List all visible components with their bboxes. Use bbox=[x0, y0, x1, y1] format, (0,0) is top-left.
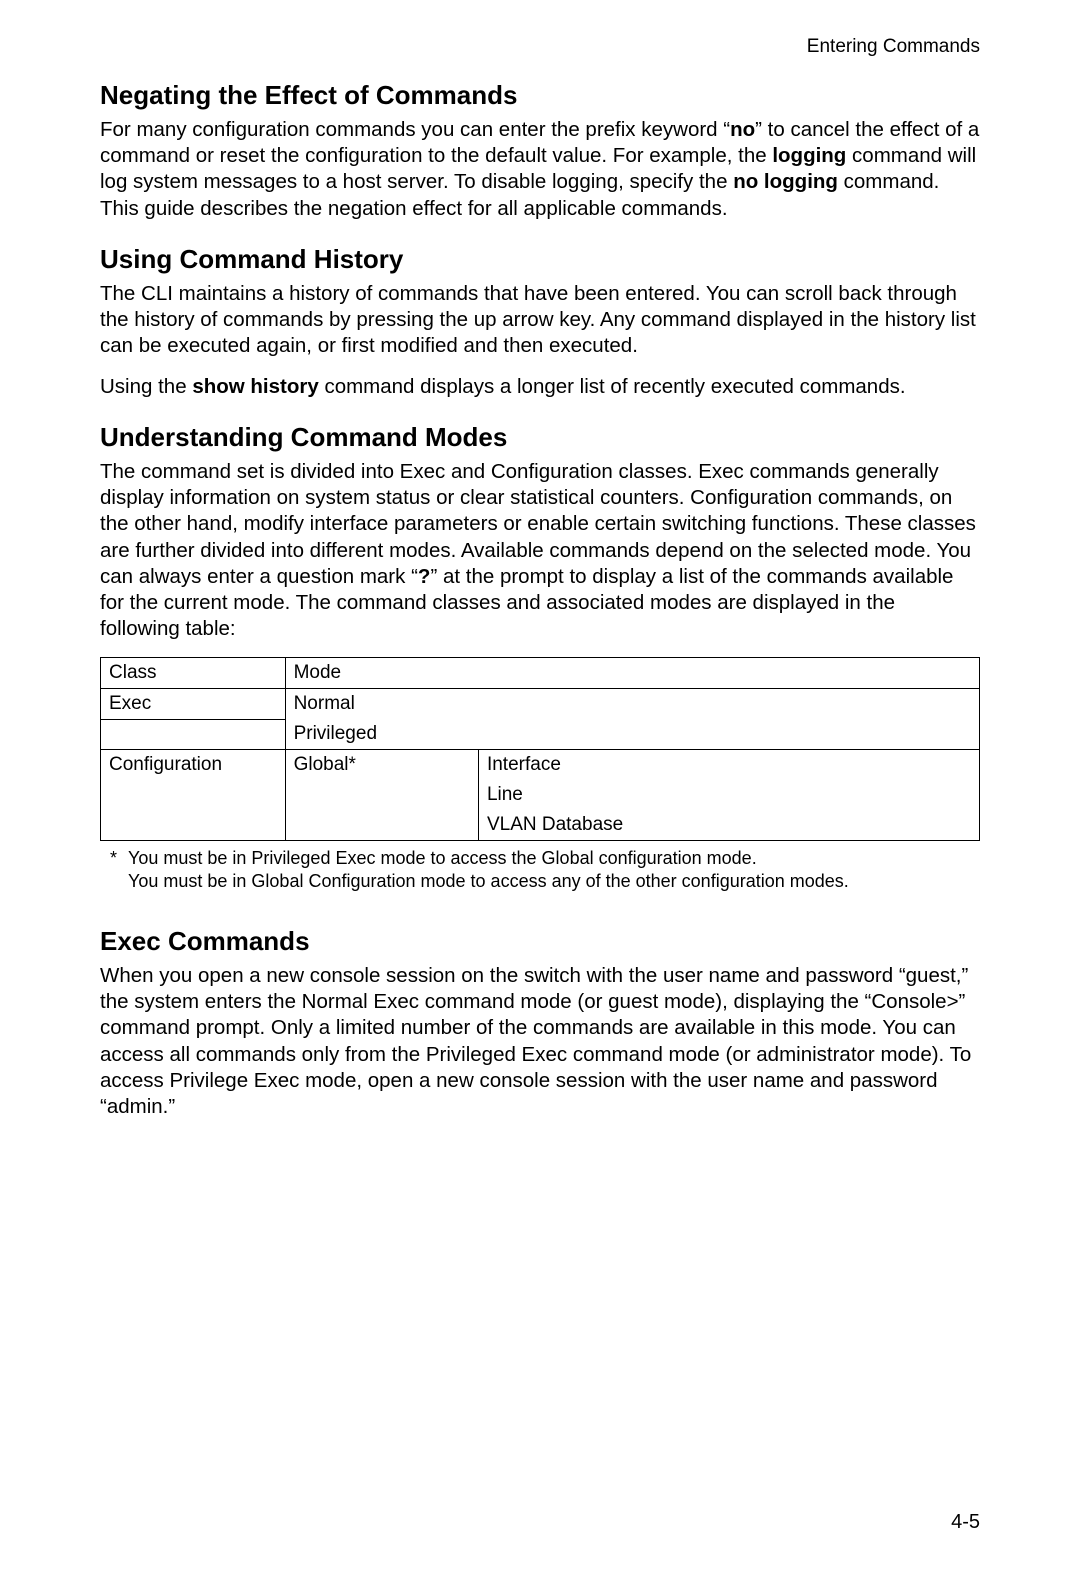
para-history-2: Using the show history command displays … bbox=[100, 374, 980, 400]
page-number: 4-5 bbox=[951, 1511, 980, 1534]
cell-exec-privileged: Privileged bbox=[285, 719, 979, 750]
cell-conf-line: Line bbox=[478, 780, 979, 810]
text: Using the bbox=[100, 375, 192, 398]
para-negating: For many configuration commands you can … bbox=[100, 117, 980, 222]
cell-exec-class: Exec bbox=[101, 688, 286, 719]
kw-no-logging: no logging bbox=[733, 170, 838, 193]
kw-question-mark: ? bbox=[418, 565, 431, 588]
heading-negating: Negating the Effect of Commands bbox=[100, 80, 980, 111]
running-head: Entering Commands bbox=[100, 36, 980, 58]
kw-no: no bbox=[730, 118, 755, 141]
table-footnote-1: *You must be in Privileged Exec mode to … bbox=[100, 847, 980, 870]
cell-conf-global: Global* bbox=[285, 750, 478, 841]
cell-conf-vlan: VLAN Database bbox=[478, 810, 979, 841]
text: For many configuration commands you can … bbox=[100, 118, 730, 141]
footnote-text: You must be in Privileged Exec mode to a… bbox=[128, 848, 757, 868]
th-mode: Mode bbox=[285, 657, 979, 688]
kw-show-history: show history bbox=[192, 375, 318, 398]
page: Entering Commands Negating the Effect of… bbox=[0, 0, 1080, 1570]
table-row: Configuration Global* Interface bbox=[101, 750, 980, 781]
para-modes: The command set is divided into Exec and… bbox=[100, 459, 980, 643]
kw-logging: logging bbox=[772, 144, 846, 167]
footnote-star: * bbox=[110, 847, 128, 870]
para-history-1: The CLI maintains a history of commands … bbox=[100, 281, 980, 360]
table-row: Privileged bbox=[101, 719, 980, 750]
table-footnote-2: You must be in Global Configuration mode… bbox=[100, 870, 980, 893]
heading-exec: Exec Commands bbox=[100, 926, 980, 957]
cell-conf-interface: Interface bbox=[478, 750, 979, 781]
cell-conf-class: Configuration bbox=[101, 750, 286, 841]
cell-exec-normal: Normal bbox=[285, 688, 979, 719]
heading-history: Using Command History bbox=[100, 244, 980, 275]
heading-modes: Understanding Command Modes bbox=[100, 422, 980, 453]
para-exec: When you open a new console session on t… bbox=[100, 963, 980, 1120]
table-row: Exec Normal bbox=[101, 688, 980, 719]
th-class: Class bbox=[101, 657, 286, 688]
modes-table: Class Mode Exec Normal Privileged Config… bbox=[100, 657, 980, 842]
text: command displays a longer list of recent… bbox=[319, 375, 906, 398]
table-row: Class Mode bbox=[101, 657, 980, 688]
